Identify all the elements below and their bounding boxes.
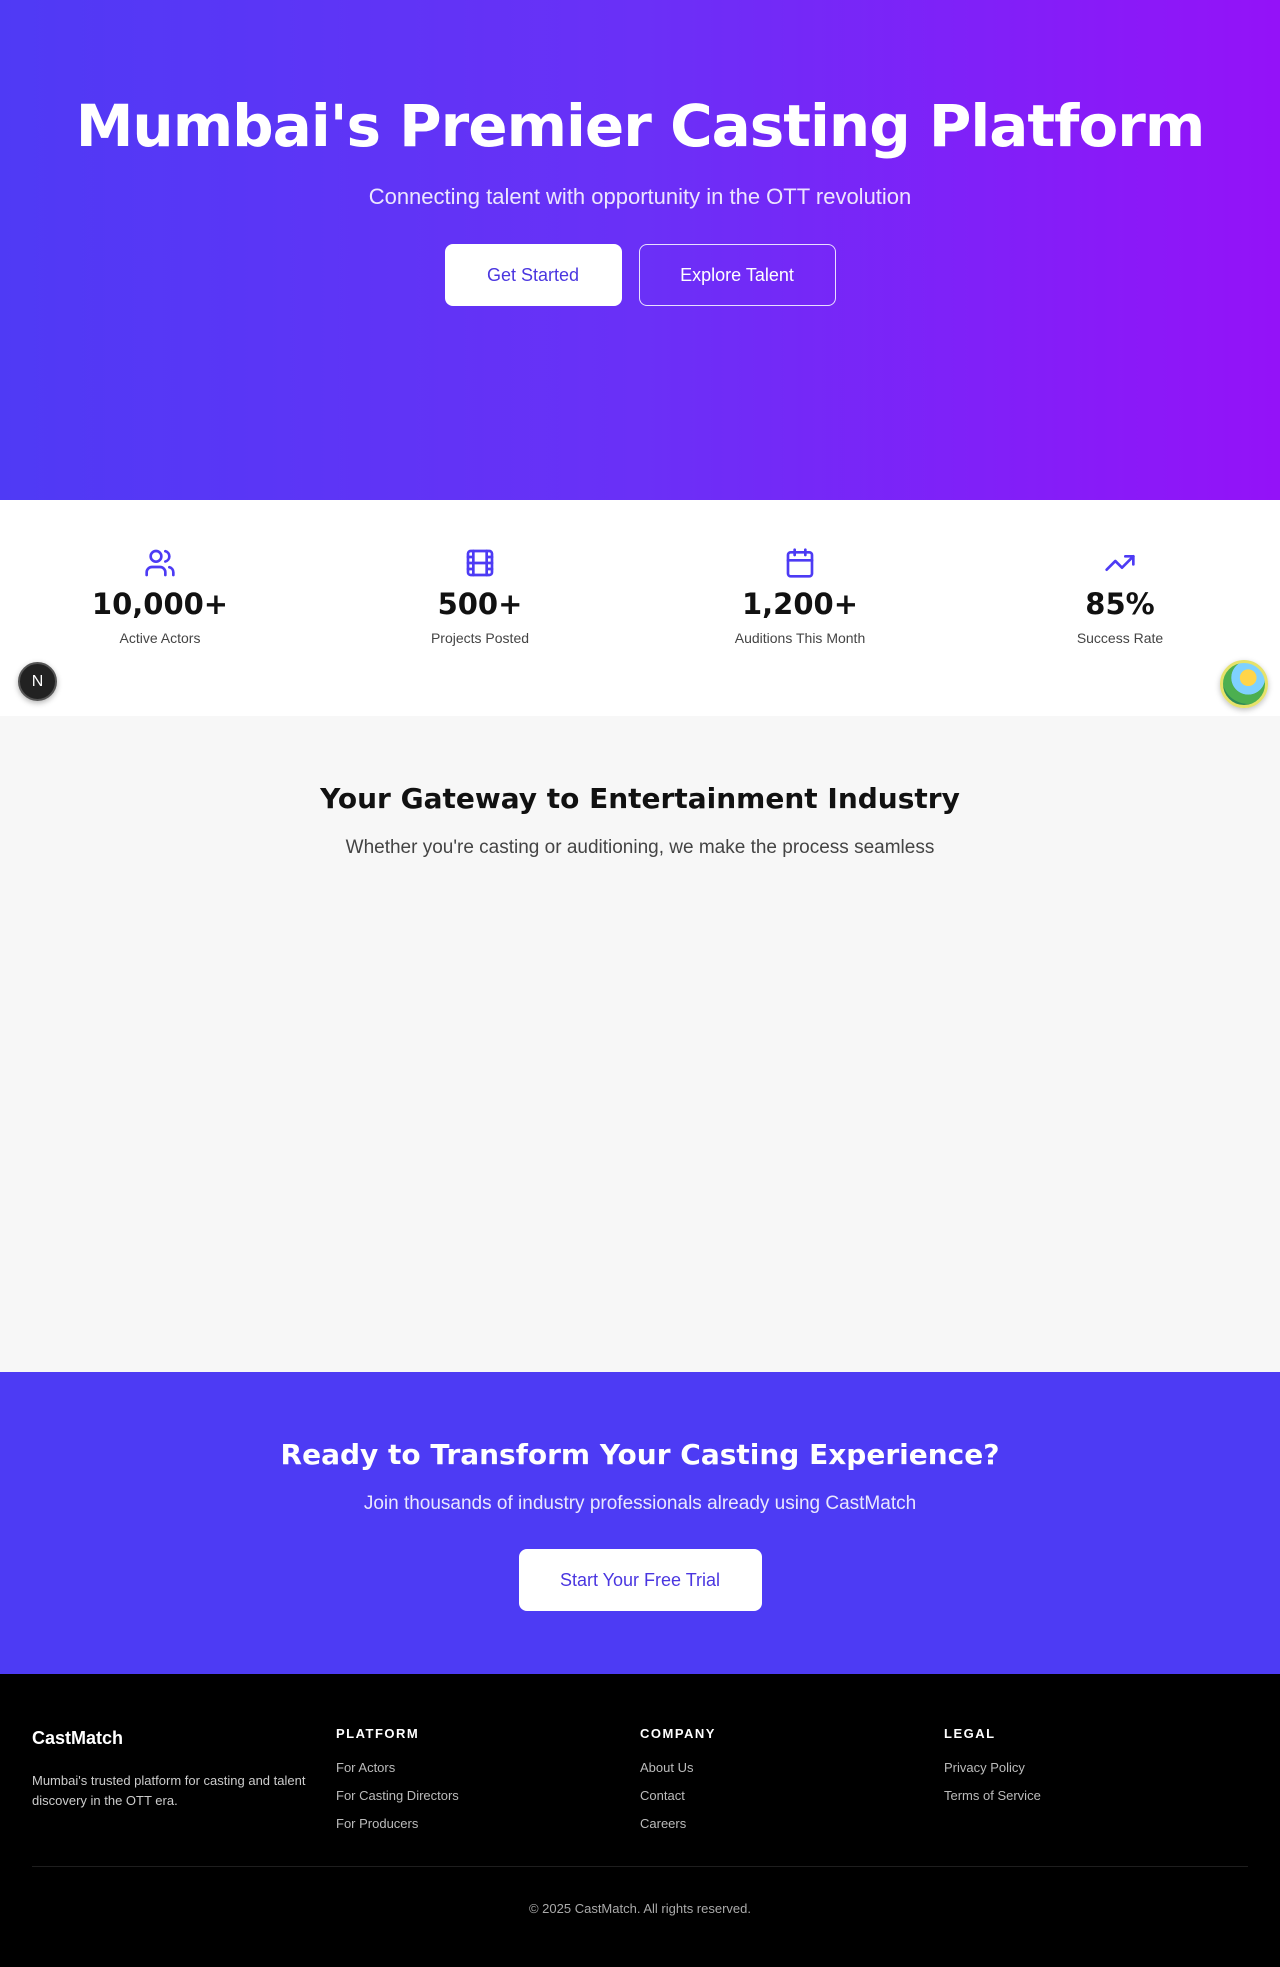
footer-divider [32, 1866, 1248, 1867]
footer-link-about-us[interactable]: About Us [640, 1759, 944, 1787]
footer-description: Mumbai's trusted platform for casting an… [32, 1773, 306, 1808]
hero-title: Mumbai's Premier Casting Platform [75, 92, 1206, 160]
stat-value: 85% [1085, 587, 1155, 621]
cta-section: Ready to Transform Your Casting Experien… [0, 1372, 1280, 1674]
footer-copyright: © 2025 CastMatch. All rights reserved. [528, 1901, 751, 1916]
get-started-button[interactable]: Get Started [444, 244, 622, 306]
footer-heading: COMPANY [640, 1726, 716, 1741]
assistant-avatar-icon[interactable] [1220, 660, 1268, 708]
footer-brand: CastMatch [32, 1728, 124, 1748]
hero-subtitle: Connecting talent with opportunity in th… [368, 184, 912, 209]
gateway-section: Your Gateway to Entertainment Industry W… [0, 716, 1280, 1372]
stat-label: Success Rate [1076, 630, 1164, 646]
footer-link-careers[interactable]: Careers [640, 1815, 944, 1843]
footer: CastMatch Mumbai's trusted platform for … [0, 1674, 1280, 1967]
footer-columns: CastMatch Mumbai's trusted platform for … [32, 1726, 1248, 1843]
stat-value: 1,200+ [741, 587, 859, 621]
cta-title: Ready to Transform Your Casting Experien… [280, 1438, 1000, 1471]
footer-heading: LEGAL [944, 1726, 996, 1741]
hero-section: Mumbai's Premier Casting Platform Connec… [0, 0, 1280, 500]
stat-value: 10,000+ [91, 587, 229, 621]
stat-label: Auditions This Month [734, 630, 866, 646]
footer-link-for-actors[interactable]: For Actors [336, 1759, 640, 1787]
film-icon [464, 547, 496, 579]
stat-label: Active Actors [119, 630, 201, 646]
footer-legal-column: LEGAL Privacy Policy Terms of Service [944, 1726, 1248, 1843]
footer-link-for-producers[interactable]: For Producers [336, 1815, 640, 1843]
stat-label: Projects Posted [430, 630, 530, 646]
stat-projects-posted: 500+ Projects Posted [320, 500, 640, 716]
footer-link-privacy-policy[interactable]: Privacy Policy [944, 1759, 1248, 1787]
users-icon [144, 547, 176, 579]
footer-brand-column: CastMatch Mumbai's trusted platform for … [32, 1726, 336, 1843]
stat-value: 500+ [437, 587, 523, 621]
footer-company-column: COMPANY About Us Contact Careers [640, 1726, 944, 1843]
gateway-subtitle: Whether you're casting or auditioning, w… [345, 837, 935, 858]
free-trial-button[interactable]: Start Your Free Trial [518, 1549, 762, 1611]
gateway-title: Your Gateway to Entertainment Industry [320, 782, 960, 815]
stat-auditions: 1,200+ Auditions This Month [640, 500, 960, 716]
footer-platform-column: PLATFORM For Actors For Casting Director… [336, 1726, 640, 1843]
trending-up-icon [1104, 547, 1136, 579]
calendar-icon [784, 547, 816, 579]
dev-tools-badge[interactable]: N [18, 662, 57, 701]
hero-buttons: Get Started Explore Talent [0, 244, 1280, 306]
stats-section: 10,000+ Active Actors 500+ Projects Post… [0, 500, 1280, 716]
cta-subtitle: Join thousands of industry professionals… [363, 1493, 917, 1514]
explore-talent-button[interactable]: Explore Talent [638, 244, 836, 306]
footer-heading: PLATFORM [336, 1726, 420, 1741]
footer-link-for-casting-directors[interactable]: For Casting Directors [336, 1787, 640, 1815]
footer-link-terms-of-service[interactable]: Terms of Service [944, 1787, 1248, 1815]
footer-link-contact[interactable]: Contact [640, 1787, 944, 1815]
